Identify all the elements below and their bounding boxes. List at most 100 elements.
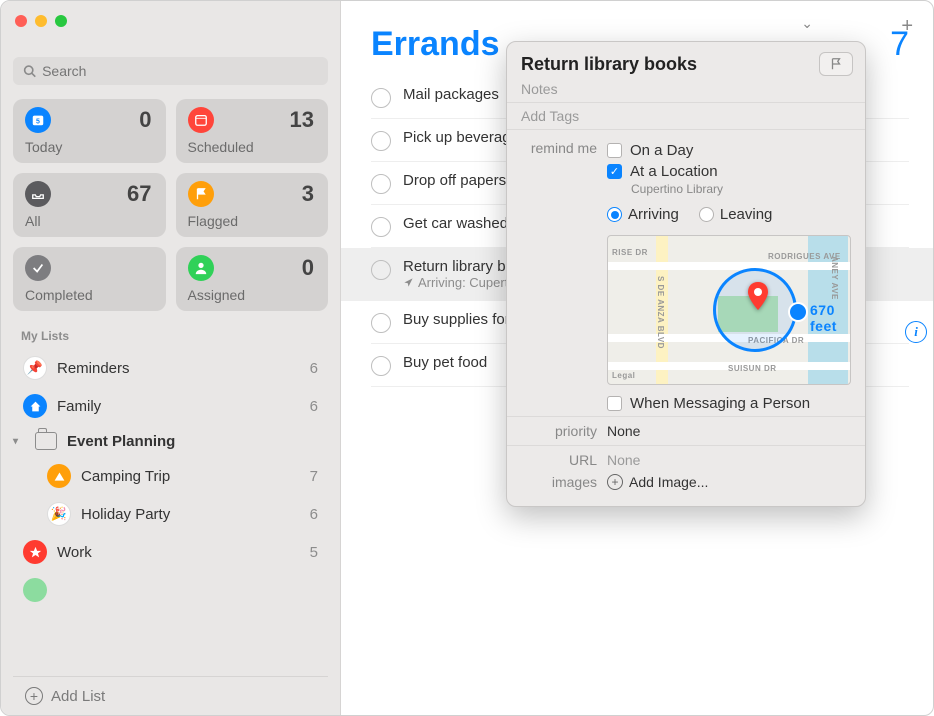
list-holiday-party[interactable]: 🎉 Holiday Party 6 xyxy=(13,495,328,533)
complete-toggle[interactable] xyxy=(371,217,391,237)
minimize-button[interactable] xyxy=(35,15,47,27)
reminder-title: Get car washed xyxy=(403,215,508,232)
window-controls xyxy=(15,15,67,27)
sidebar-section-header: My Lists xyxy=(13,325,328,349)
smartlist-all[interactable]: 67 All xyxy=(13,173,166,237)
list-count: 5 xyxy=(310,544,318,561)
party-icon: 🎉 xyxy=(47,502,71,526)
list-work[interactable]: Work 5 xyxy=(13,533,328,571)
map-street-label: ANEY AVE xyxy=(830,256,839,300)
plus-circle-icon: + xyxy=(607,474,623,490)
location-arrow-icon xyxy=(403,277,414,288)
complete-toggle[interactable] xyxy=(371,88,391,108)
list-label: Holiday Party xyxy=(81,506,170,523)
add-list-button[interactable]: + Add List xyxy=(13,676,328,715)
tray-icon xyxy=(25,181,51,207)
smartlist-count: 0 xyxy=(302,255,314,281)
priority-field[interactable]: priority None xyxy=(507,416,865,445)
list-label: Camping Trip xyxy=(81,468,170,485)
images-label: images xyxy=(521,474,607,490)
reminder-title: Mail packages xyxy=(403,86,499,103)
calendar-icon: 5 xyxy=(25,107,51,133)
smartlist-count: 0 xyxy=(139,107,151,133)
calendar-icon xyxy=(188,107,214,133)
radius-distance: 670 feet xyxy=(810,302,850,334)
info-button[interactable]: i xyxy=(905,321,927,343)
map-pin-icon xyxy=(748,282,768,312)
flag-icon xyxy=(829,57,843,71)
pin-icon: 📌 xyxy=(23,356,47,380)
map-legal-link[interactable]: Legal xyxy=(612,371,635,380)
complete-toggle[interactable] xyxy=(371,260,391,280)
plus-icon: + xyxy=(25,687,43,705)
images-field[interactable]: images + Add Image... xyxy=(507,474,865,496)
close-button[interactable] xyxy=(15,15,27,27)
list-label: Reminders xyxy=(57,360,130,377)
smartlist-label: Completed xyxy=(25,287,154,303)
when-messaging-checkbox[interactable]: When Messaging a Person xyxy=(607,395,851,412)
map-street-label: RISE DR xyxy=(612,248,648,257)
location-map[interactable]: RISE DR S DE ANZA BLVD RODRIGUES AVE PAC… xyxy=(607,235,851,385)
checkbox-icon xyxy=(607,396,622,411)
smartlist-scheduled[interactable]: 13 Scheduled xyxy=(176,99,329,163)
list-family[interactable]: Family 6 xyxy=(13,387,328,425)
list-title: Errands xyxy=(371,25,500,64)
maximize-button[interactable] xyxy=(55,15,67,27)
complete-toggle[interactable] xyxy=(371,131,391,151)
notes-field[interactable]: Notes xyxy=(507,81,865,102)
leaving-label: Leaving xyxy=(720,206,773,223)
list-label: Family xyxy=(57,398,101,415)
leaving-radio[interactable]: Leaving xyxy=(699,206,773,223)
list-count: 7 xyxy=(310,468,318,485)
smartlist-label: Flagged xyxy=(188,213,317,229)
search-icon xyxy=(23,64,36,78)
smartlist-flagged[interactable]: 3 Flagged xyxy=(176,173,329,237)
tags-field[interactable]: Add Tags xyxy=(507,102,865,129)
folder-label: Event Planning xyxy=(67,433,175,450)
smartlist-count: 13 xyxy=(290,107,314,133)
at-location-checkbox[interactable]: ✓At a Location xyxy=(607,163,851,180)
smartlist-label: All xyxy=(25,213,154,229)
smartlist-assigned[interactable]: 0 Assigned xyxy=(176,247,329,311)
toolbar-overflow-icon[interactable]: ⌄ xyxy=(801,15,813,32)
list-count: 6 xyxy=(310,398,318,415)
smartlist-count: 3 xyxy=(302,181,314,207)
complete-toggle[interactable] xyxy=(371,313,391,333)
person-icon xyxy=(188,255,214,281)
popover-title[interactable]: Return library books xyxy=(507,42,865,81)
complete-toggle[interactable] xyxy=(371,174,391,194)
search-field[interactable] xyxy=(13,57,328,85)
on-day-checkbox[interactable]: On a Day xyxy=(607,142,851,159)
smart-lists: 5 0 Today 13 Scheduled 67 All 3 Flagged xyxy=(13,99,328,311)
flag-toggle[interactable] xyxy=(819,52,853,76)
arriving-label: Arriving xyxy=(628,206,679,223)
location-name: Cupertino Library xyxy=(631,182,851,196)
smartlist-completed[interactable]: Completed xyxy=(13,247,166,311)
reminders-window: 5 0 Today 13 Scheduled 67 All 3 Flagged xyxy=(0,0,934,716)
smartlist-label: Today xyxy=(25,139,154,155)
list-truncated[interactable] xyxy=(13,571,328,609)
list-camping-trip[interactable]: Camping Trip 7 xyxy=(13,457,328,495)
url-field[interactable]: URL None xyxy=(507,445,865,474)
add-reminder-button[interactable]: + xyxy=(901,15,913,38)
reminder-title: Drop off papers xyxy=(403,172,506,189)
smartlist-count: 67 xyxy=(127,181,151,207)
checkbox-checked-icon: ✓ xyxy=(607,164,622,179)
search-input[interactable] xyxy=(42,63,318,79)
url-value: None xyxy=(607,452,851,468)
list-reminders[interactable]: 📌 Reminders 6 xyxy=(13,349,328,387)
radius-handle[interactable] xyxy=(790,304,806,320)
smartlist-label: Scheduled xyxy=(188,139,317,155)
chevron-down-icon: ▾ xyxy=(13,436,25,447)
svg-text:5: 5 xyxy=(36,119,40,126)
list-icon xyxy=(23,578,47,602)
add-image-label: Add Image... xyxy=(629,474,708,490)
arriving-radio[interactable]: Arriving xyxy=(607,206,679,223)
list-label: Work xyxy=(57,544,92,561)
add-list-label: Add List xyxy=(51,688,105,705)
smartlist-today[interactable]: 5 0 Today xyxy=(13,99,166,163)
star-icon xyxy=(23,540,47,564)
complete-toggle[interactable] xyxy=(371,356,391,376)
priority-label: priority xyxy=(521,423,607,439)
folder-event-planning[interactable]: ▾ Event Planning xyxy=(13,425,328,457)
